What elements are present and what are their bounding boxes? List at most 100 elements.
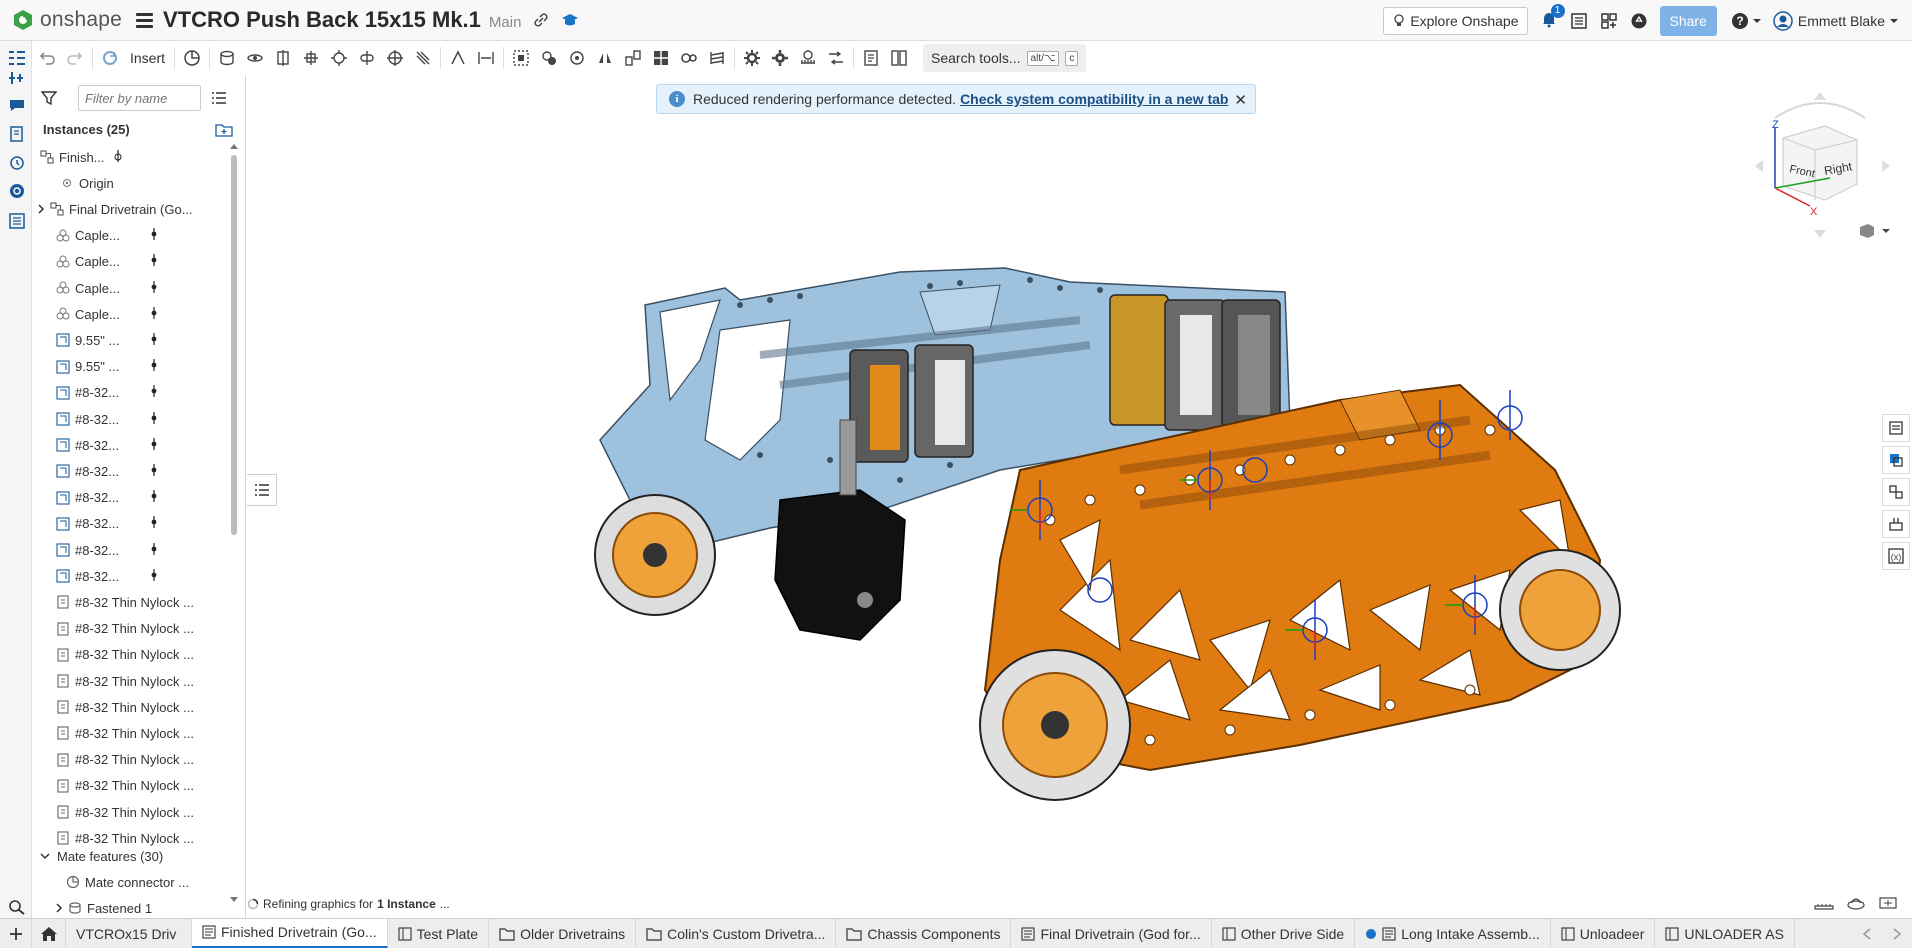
- settings-gear-icon[interactable]: [766, 45, 794, 71]
- tab-scroll[interactable]: [1852, 919, 1912, 948]
- replicate-icon[interactable]: [535, 45, 563, 71]
- explore-onshape-button[interactable]: Explore Onshape: [1383, 6, 1528, 35]
- tab-assembly[interactable]: Final Drivetrain (God for...: [1011, 919, 1212, 948]
- tree-item[interactable]: Caple...: [33, 275, 223, 301]
- screw-relation-icon[interactable]: [703, 45, 731, 71]
- tree-item[interactable]: #8-32 Thin Nylock ...: [33, 694, 223, 720]
- app-store-icon[interactable]: [1600, 12, 1618, 30]
- menu-icon[interactable]: [135, 12, 153, 28]
- tree-item[interactable]: Finish...: [33, 144, 223, 170]
- tree-item[interactable]: #8-32...: [33, 485, 223, 511]
- onshape-logo[interactable]: onshape: [12, 8, 122, 32]
- compatibility-link[interactable]: Check system compatibility in a new tab: [960, 91, 1228, 107]
- branch-name[interactable]: Main: [489, 14, 522, 31]
- search-tools-button[interactable]: Search tools... alt/⌥ c: [923, 44, 1087, 72]
- tree-item[interactable]: Caple...: [33, 301, 223, 327]
- explode-icon[interactable]: [619, 45, 647, 71]
- view-cube-menu-icon[interactable]: [1858, 222, 1892, 240]
- insert-button[interactable]: Insert: [124, 45, 171, 71]
- tangent-mate-icon[interactable]: [444, 45, 472, 71]
- slider-mate-icon[interactable]: [269, 45, 297, 71]
- comments-icon[interactable]: [8, 97, 26, 113]
- revolute-mate-icon[interactable]: [241, 45, 269, 71]
- parallel-mate-icon[interactable]: [409, 45, 437, 71]
- robot-model[interactable]: [247, 75, 1912, 888]
- redo-icon[interactable]: [61, 45, 89, 71]
- gear-icon[interactable]: [738, 45, 766, 71]
- planar-mate-icon[interactable]: [297, 45, 325, 71]
- configurations-icon[interactable]: [1882, 510, 1910, 538]
- fastened-mate-icon[interactable]: [213, 45, 241, 71]
- feature-tree-icon[interactable]: [8, 50, 26, 66]
- filter-icon[interactable]: [41, 90, 57, 106]
- section-view-icon[interactable]: [647, 45, 675, 71]
- tab-assembly[interactable]: Finished Drivetrain (Go...: [192, 919, 388, 948]
- notifications-button[interactable]: 1: [1540, 4, 1565, 31]
- tree-item[interactable]: Origin: [33, 170, 223, 196]
- tab-assembly[interactable]: Long Intake Assemb...: [1355, 919, 1551, 948]
- learning-icon[interactable]: [561, 12, 579, 28]
- measurement-icon[interactable]: [1814, 896, 1834, 910]
- measure-icon[interactable]: [857, 45, 885, 71]
- scrollbar[interactable]: [229, 131, 239, 911]
- list-view-icon[interactable]: [211, 90, 227, 106]
- linear-relation-icon[interactable]: [822, 45, 850, 71]
- share-button[interactable]: Share: [1659, 5, 1717, 36]
- fit-view-icon[interactable]: [1878, 896, 1898, 910]
- tree-item[interactable]: #8-32 Thin Nylock ...: [33, 720, 223, 746]
- home-button[interactable]: [32, 919, 66, 948]
- tab-folder[interactable]: Older Drivetrains: [489, 919, 637, 948]
- tree-item[interactable]: #8-32 Thin Nylock ...: [33, 668, 223, 694]
- filter-input[interactable]: [78, 85, 201, 111]
- search-assembly-icon[interactable]: [8, 183, 26, 199]
- tree-item[interactable]: Caple...: [33, 223, 223, 249]
- undo-icon[interactable]: [33, 45, 61, 71]
- mate-features-header[interactable]: Mate features (30): [33, 843, 223, 869]
- pin-slot-mate-icon[interactable]: [353, 45, 381, 71]
- tree-item[interactable]: #8-32...: [33, 511, 223, 537]
- tree-item[interactable]: #8-32 Thin Nylock ...: [33, 747, 223, 773]
- variables-panel-icon[interactable]: (x): [1882, 542, 1910, 570]
- add-tab-button[interactable]: [0, 919, 32, 948]
- document-title[interactable]: VTCRO Push Back 15x15 Mk.1: [163, 7, 481, 33]
- chevron-right-icon[interactable]: [33, 201, 49, 217]
- tab-partstudio[interactable]: Test Plate: [388, 919, 490, 948]
- tab-doc[interactable]: VTCROx15 Driv: [66, 919, 192, 948]
- tree-item[interactable]: #8-32 Thin Nylock ...: [33, 589, 223, 615]
- release-icon[interactable]: [8, 126, 26, 142]
- history-icon[interactable]: [8, 155, 26, 171]
- instances-header[interactable]: Instances (25): [43, 122, 130, 137]
- mate-connector-icon[interactable]: [178, 45, 206, 71]
- tree-item[interactable]: #8-32...: [33, 537, 223, 563]
- graphics-area[interactable]: [247, 75, 1912, 888]
- width-mate-icon[interactable]: [472, 45, 500, 71]
- tree-item[interactable]: #8-32 Thin Nylock ...: [33, 773, 223, 799]
- tree-item[interactable]: Caple...: [33, 249, 223, 275]
- pattern-icon[interactable]: [563, 45, 591, 71]
- regenerate-icon[interactable]: [96, 45, 124, 71]
- cylindrical-mate-icon[interactable]: [325, 45, 353, 71]
- gear-relation-icon[interactable]: [675, 45, 703, 71]
- rack-pinion-icon[interactable]: [794, 45, 822, 71]
- user-menu[interactable]: Emmett Blake: [1773, 10, 1898, 31]
- tree-item[interactable]: #8-32...: [33, 563, 223, 589]
- tab-partstudio[interactable]: Unloadeer: [1551, 919, 1656, 948]
- tree-item[interactable]: #8-32...: [33, 432, 223, 458]
- tree-item[interactable]: Final Drivetrain (Go...: [33, 196, 223, 222]
- list-toggle-button[interactable]: [247, 474, 277, 506]
- ai-advisor-icon[interactable]: [1630, 12, 1648, 30]
- bom-icon[interactable]: [8, 213, 26, 229]
- help-menu[interactable]: ?: [1731, 12, 1761, 30]
- tab-folder[interactable]: Colin's Custom Drivetra...: [636, 919, 837, 948]
- tab-partstudio[interactable]: UNLOADER AS: [1655, 919, 1795, 948]
- search-icon[interactable]: [8, 899, 26, 915]
- ball-mate-icon[interactable]: [381, 45, 409, 71]
- mirror-icon[interactable]: [591, 45, 619, 71]
- tree-item[interactable]: 9.55" ...: [33, 354, 223, 380]
- close-icon[interactable]: ✕: [1234, 91, 1247, 109]
- tree-item[interactable]: #8-32...: [33, 380, 223, 406]
- tree-item[interactable]: Mate connector ...: [33, 869, 223, 895]
- appearance-icon[interactable]: [1882, 446, 1910, 474]
- tree-item[interactable]: #8-32...: [33, 458, 223, 484]
- properties-icon[interactable]: [1882, 414, 1910, 442]
